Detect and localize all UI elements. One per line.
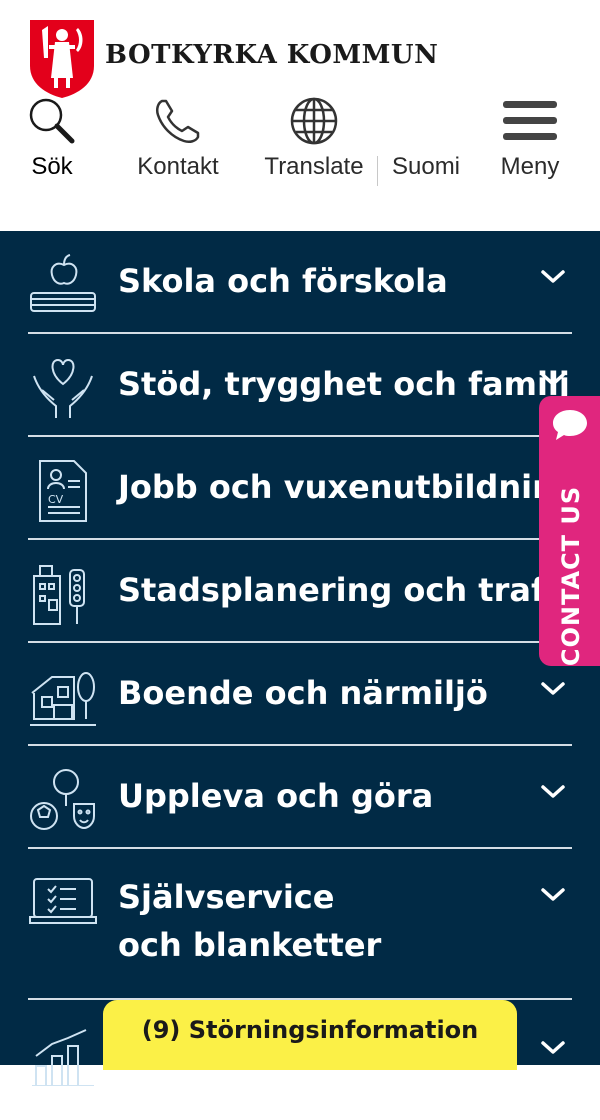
self-service-icon — [29, 878, 97, 924]
hamburger-icon — [503, 101, 557, 140]
brand-name: BOTKYRKA KOMMUN — [105, 40, 439, 70]
contact-label: Kontakt — [137, 153, 219, 180]
chevron-down-icon — [541, 1041, 565, 1054]
chevron-down-icon — [541, 888, 565, 901]
nav-item-sjalvservice[interactable]: Självservice och blanketter — [28, 849, 572, 1000]
nav-label: Boende och närmiljö — [118, 674, 488, 712]
contact-us-tab[interactable]: CONTACT US — [539, 396, 600, 666]
menu-label: Meny — [500, 153, 560, 180]
housing-icon — [30, 672, 96, 726]
nav-item-skola[interactable]: Skola och förskola — [28, 231, 572, 334]
chat-icon — [553, 410, 587, 440]
home-logo-link[interactable]: BOTKYRKA KOMMUN — [28, 18, 438, 102]
phone-icon — [155, 99, 200, 144]
chevron-down-icon — [541, 682, 565, 695]
school-icon — [30, 254, 96, 312]
chevron-down-icon — [541, 373, 565, 386]
nav-item-stod[interactable]: Stöd, trygghet och familj — [28, 334, 572, 437]
contact-us-label: CONTACT US — [557, 485, 585, 667]
disruption-info-button[interactable]: (9) Störningsinformation — [103, 1000, 517, 1070]
coat-of-arms-icon — [30, 20, 94, 98]
nav-label-line2: och blanketter — [118, 926, 382, 964]
nav-label-line1: Självservice — [118, 878, 335, 916]
tool-divider — [377, 156, 378, 186]
city-planning-icon — [33, 565, 85, 625]
nav-label: Skola och förskola — [118, 262, 448, 300]
search-label: Sök — [31, 153, 73, 180]
nav-item-jobb[interactable]: CV Jobb och vuxenutbildning — [28, 437, 578, 540]
nav-label: Stöd, trygghet och familj — [118, 365, 570, 403]
translate-label: Translate — [264, 153, 364, 180]
category-navigation: Skola och förskola Stöd, trygghet och fa… — [0, 231, 600, 1086]
search-icon — [29, 98, 75, 144]
suomi-link[interactable]: Suomi — [385, 95, 467, 181]
translate-button[interactable]: Translate — [258, 95, 370, 181]
statistics-icon — [32, 1029, 94, 1086]
suomi-label: Suomi — [391, 153, 461, 180]
nav-item-stadsplanering[interactable]: Stadsplanering och trafik — [28, 540, 576, 643]
search-button[interactable]: Sök — [16, 95, 88, 181]
disruption-label: (9) Störningsinformation — [141, 1016, 479, 1044]
contact-button[interactable]: Kontakt — [124, 95, 232, 181]
nav-item-uppleva[interactable]: Uppleva och göra — [28, 746, 572, 849]
nav-label: Jobb och vuxenutbildning — [118, 468, 578, 506]
leisure-icon — [30, 769, 95, 830]
chevron-down-icon — [541, 785, 565, 798]
menu-button[interactable]: Meny — [492, 95, 568, 181]
nav-label: Uppleva och göra — [118, 777, 434, 815]
globe-icon — [290, 97, 338, 145]
svg-text:CV: CV — [48, 493, 64, 506]
cv-icon: CV — [39, 460, 87, 522]
chevron-down-icon — [541, 270, 565, 283]
site-header: BOTKYRKA KOMMUN Sök Kontakt Translate Su… — [0, 0, 600, 231]
nav-item-boende[interactable]: Boende och närmiljö — [28, 643, 572, 746]
support-icon — [33, 358, 93, 418]
nav-label: Stadsplanering och trafik — [118, 571, 576, 609]
